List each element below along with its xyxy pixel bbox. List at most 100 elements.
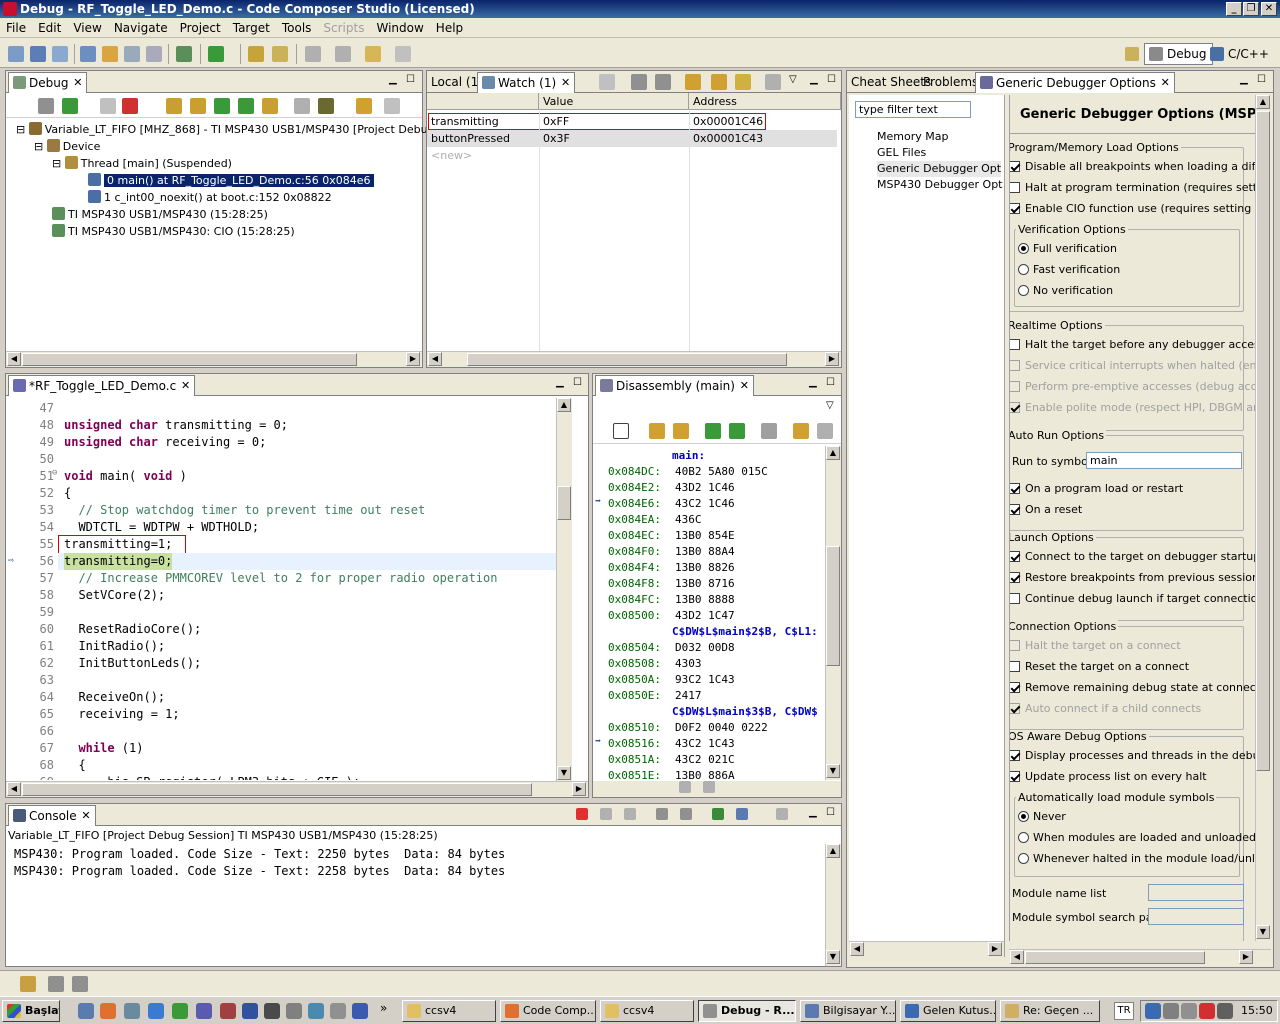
- checkbox[interactable]: [1010, 593, 1020, 604]
- scroll-right-icon[interactable]: ▶: [406, 352, 420, 366]
- open-console-icon[interactable]: [776, 808, 788, 820]
- scroll-left-icon[interactable]: ◀: [428, 352, 442, 366]
- checkbox[interactable]: [1010, 161, 1020, 172]
- disassembly-vscrollbar[interactable]: ▲ ▼: [825, 446, 841, 780]
- tab-editor-file[interactable]: *RF_Toggle_LED_Demo.c ✕: [8, 375, 196, 396]
- step-over-icon[interactable]: [729, 423, 745, 439]
- tab-problems[interactable]: Problems: [919, 72, 982, 93]
- scroll-right-icon[interactable]: ▶: [1239, 950, 1253, 964]
- reset-icon[interactable]: [262, 98, 278, 114]
- radio-verification[interactable]: [1018, 285, 1029, 296]
- forward-icon[interactable]: [395, 46, 411, 62]
- taskbar-ccsv4[interactable]: ccsv4: [402, 1000, 496, 1022]
- scroll-right-icon[interactable]: ▶: [825, 352, 839, 366]
- new-view-icon[interactable]: [817, 423, 833, 439]
- maximize-view-icon[interactable]: ☐: [406, 74, 415, 85]
- network-icon[interactable]: [1145, 1003, 1161, 1019]
- minimize-view-icon[interactable]: ▁: [389, 74, 397, 85]
- step-return-icon[interactable]: [214, 98, 230, 114]
- close-icon[interactable]: ✕: [73, 73, 82, 93]
- nav-item-memory-map[interactable]: Memory Map: [877, 129, 948, 145]
- refresh-icon[interactable]: [685, 74, 701, 90]
- suspend-icon[interactable]: [100, 98, 116, 114]
- menu-scripts[interactable]: Scripts: [317, 18, 370, 38]
- minimize-view-icon[interactable]: ▁: [809, 807, 817, 818]
- tab-disassembly[interactable]: Disassembly (main) ✕: [595, 375, 754, 396]
- options-vscrollbar[interactable]: ▲ ▼: [1255, 95, 1271, 941]
- close-icon[interactable]: ✕: [81, 806, 90, 826]
- scroll-down-icon[interactable]: ▼: [826, 764, 840, 778]
- tree-row-thread[interactable]: ⊟ Thread [main] (Suspended): [52, 155, 232, 172]
- menu-view[interactable]: View: [67, 18, 107, 38]
- radio-auto-load[interactable]: [1018, 811, 1029, 822]
- scroll-down-icon[interactable]: ▼: [826, 950, 840, 964]
- tools-icon[interactable]: [264, 1003, 280, 1019]
- save-icon[interactable]: [30, 46, 46, 62]
- taskbar-ccsv4-2[interactable]: ccsv4: [600, 1000, 694, 1022]
- scroll-right-icon[interactable]: ▶: [572, 782, 586, 796]
- menu-tools[interactable]: Tools: [276, 18, 318, 38]
- checkbox[interactable]: [1010, 551, 1020, 562]
- restart-icon[interactable]: [294, 98, 310, 114]
- checkbox[interactable]: [1010, 640, 1020, 651]
- start-button[interactable]: Başlat: [2, 1000, 60, 1022]
- scroll-left-icon[interactable]: ◀: [1010, 950, 1024, 964]
- goto-pc-icon[interactable]: [649, 423, 665, 439]
- target-status-icon[interactable]: [72, 976, 88, 992]
- table-row[interactable]: buttonPressed 0x3F 0x00001C43: [427, 130, 837, 147]
- minimize-view-icon[interactable]: ▁: [809, 377, 817, 388]
- clear-console-icon[interactable]: [656, 808, 668, 820]
- scroll-down-icon[interactable]: ▼: [1256, 925, 1270, 939]
- watch-hscrollbar[interactable]: ◀ ▶: [427, 351, 841, 367]
- security-icon[interactable]: [1199, 1003, 1215, 1019]
- nav-item-generic-debugger-options[interactable]: Generic Debugger Options: [877, 161, 1001, 177]
- checkbox[interactable]: [1010, 504, 1020, 515]
- remove-all-icon[interactable]: [624, 808, 636, 820]
- run-icon[interactable]: [208, 46, 224, 62]
- pin-console-icon[interactable]: [712, 808, 724, 820]
- taskbar-bilgisayar[interactable]: Bilgisayar Y...: [800, 1000, 896, 1022]
- scroll-down-icon[interactable]: ▼: [557, 766, 571, 780]
- checkbox[interactable]: [1010, 703, 1020, 714]
- options-hscrollbar[interactable]: ◀ ▶: [1009, 949, 1271, 965]
- terminate-icon[interactable]: [122, 98, 138, 114]
- app-quick-icon[interactable]: [286, 1003, 302, 1019]
- run-to-symbol-input[interactable]: main: [1086, 452, 1242, 469]
- nav-hscrollbar[interactable]: ◀ ▶: [849, 941, 1004, 957]
- app-quick-icon[interactable]: [196, 1003, 212, 1019]
- remove-launch-icon[interactable]: [600, 808, 612, 820]
- display-console-icon[interactable]: [736, 808, 748, 820]
- taskbar-code-composer[interactable]: Code Comp...: [500, 1000, 596, 1022]
- save-all-icon[interactable]: [52, 46, 68, 62]
- scroll-up-icon[interactable]: ▲: [1256, 95, 1270, 109]
- column-expression[interactable]: [427, 93, 539, 110]
- fast-view-icon[interactable]: [20, 976, 36, 992]
- disassembly-listing[interactable]: main: 0x084DC: 40B2 5A80 015C 0x084E2: 43D2 …: [593, 446, 825, 780]
- menu-project[interactable]: Project: [174, 18, 227, 38]
- tab-debug[interactable]: Debug ✕: [8, 72, 88, 93]
- scroll-right-icon[interactable]: ▶: [988, 942, 1002, 956]
- connect-icon[interactable]: [356, 98, 372, 114]
- console-vscrollbar[interactable]: ▲ ▼: [825, 844, 841, 966]
- back-icon[interactable]: [365, 46, 381, 62]
- taskbar-gelen-kutusu[interactable]: Gelen Kutus...: [900, 1000, 996, 1022]
- rebuild-icon[interactable]: [146, 46, 162, 62]
- tree-row-frame-main[interactable]: 0 main() at RF_Toggle_LED_Demo.c:56 0x08…: [88, 172, 374, 189]
- menu-navigate[interactable]: Navigate: [108, 18, 174, 38]
- maximize-view-icon[interactable]: ☐: [1257, 74, 1266, 85]
- tray-icon[interactable]: [1163, 1003, 1179, 1019]
- maximize-button[interactable]: ❐: [1243, 2, 1259, 16]
- refresh-icon[interactable]: [673, 423, 689, 439]
- tree-row-cio[interactable]: TI MSP430 USB1/MSP430: CIO (15:28:25): [52, 223, 295, 240]
- checkbox[interactable]: [1010, 203, 1020, 214]
- scroll-lock-icon[interactable]: [680, 808, 692, 820]
- checkbox[interactable]: [1010, 572, 1020, 583]
- clean-icon[interactable]: [124, 46, 140, 62]
- assembly-step-icon[interactable]: [238, 98, 254, 114]
- taskbar-debug[interactable]: Debug - R...: [698, 1000, 796, 1022]
- step-into-icon[interactable]: [166, 98, 182, 114]
- link-icon[interactable]: [793, 423, 809, 439]
- debug-icon[interactable]: [102, 46, 118, 62]
- add-new-expression[interactable]: <new>: [427, 147, 837, 164]
- pen-icon[interactable]: [272, 46, 288, 62]
